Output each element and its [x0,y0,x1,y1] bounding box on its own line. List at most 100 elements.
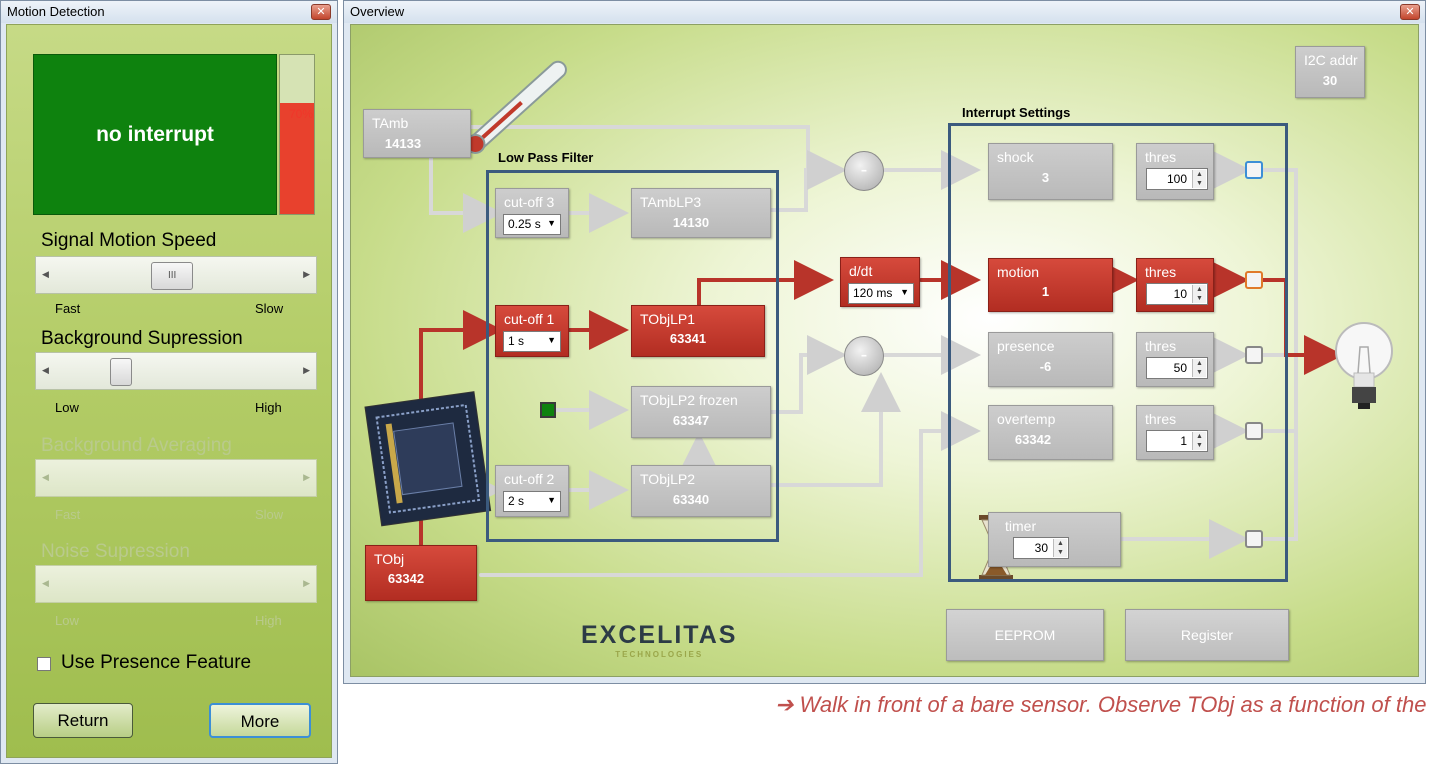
instruction-note: ➔ Walk in front of a bare sensor. Observ… [775,692,1429,717]
motion-thres-value: 10 [1173,287,1187,301]
tobjlp2-frozen-box[interactable]: TObjLP2 frozen 63347 [631,386,771,438]
overtemp-thres-value: 1 [1180,434,1187,448]
motion-value: 1 [1041,284,1050,299]
tobj-value: 63342 [387,571,425,586]
tobjlp1-label: TObjLP1 [640,311,695,327]
register-button[interactable]: Register [1125,609,1289,661]
shock-box[interactable]: shock 3 [988,143,1113,200]
supression-min-label: Low [55,400,79,415]
timer-spinner[interactable]: 30 ▲ ▼ [1013,537,1069,559]
minus-operator-icon: - [844,151,884,191]
tobjlp1-box[interactable]: TObjLP1 63341 [631,305,765,357]
tamblp3-box[interactable]: TAmbLP3 14130 [631,188,771,238]
cutoff-1-select[interactable]: 1 s ▼ [503,331,561,352]
slider-thumb[interactable] [110,358,133,386]
presence-thres-value: 50 [1173,361,1187,375]
tobj-box[interactable]: TObj 63342 [365,545,477,601]
background-supression-slider[interactable]: ◀ ▶ [35,352,317,390]
motion-thres-box: thres 10 ▲ ▼ [1136,258,1214,312]
signal-motion-speed-slider[interactable]: ◀ III ▶ [35,256,317,294]
close-icon[interactable]: ✕ [311,4,331,20]
thres-label: thres [1145,149,1177,165]
slider-right-arrow-icon[interactable]: ▶ [303,269,310,280]
use-presence-checkbox[interactable] [37,657,51,671]
ddt-label: d/dt [849,263,873,279]
overtemp-box[interactable]: overtemp 63342 [988,405,1113,460]
motion-thres-spinner[interactable]: 10 ▲ ▼ [1146,283,1208,305]
i2c-label: I2C addr [1304,52,1358,68]
spinner-arrows-icon[interactable]: ▲ ▼ [1192,432,1206,450]
overview-titlebar: Overview ✕ [344,1,1425,23]
cutoff-3-box: cut-off 3 0.25 s ▼ [495,188,569,238]
tamb-label: TAmb [372,115,409,131]
signal-level-bar: 70% [279,54,315,215]
return-button[interactable]: Return [33,703,133,738]
cutoff-1-label: cut-off 1 [504,311,555,327]
motion-label: motion [997,264,1040,280]
slider-thumb[interactable]: III [151,262,194,290]
close-icon[interactable]: ✕ [1400,4,1420,20]
ddt-select[interactable]: 120 ms ▼ [848,283,914,304]
freeze-toggle-button[interactable] [540,402,556,418]
motion-detection-panel: no interrupt 70% Signal Motion Speed ◀ I… [6,24,332,758]
logo-main-text: EXCELITAS [581,621,738,649]
presence-box[interactable]: presence -6 [988,332,1113,387]
timer-value: 30 [1034,541,1048,555]
tamb-value: 14133 [384,136,422,151]
thres-label: thres [1145,264,1177,280]
timer-indicator [1245,530,1263,548]
thermometer-icon [465,60,567,154]
spinner-arrows-icon[interactable]: ▲ ▼ [1053,539,1067,557]
logo-sub-text: TECHNOLOGIES [615,650,704,659]
tobjlp2-frozen-value: 63347 [672,413,710,428]
cutoff-3-select[interactable]: 0.25 s ▼ [503,214,561,235]
cutoff-1-box: cut-off 1 1 s ▼ [495,305,569,357]
spinner-arrows-icon[interactable]: ▲ ▼ [1192,359,1206,377]
cutoff-2-select[interactable]: 2 s ▼ [503,491,561,512]
tobjlp1-value: 63341 [669,331,707,346]
i2c-address-box[interactable]: I2C addr 30 [1295,46,1365,98]
speed-min-label: Fast [55,301,81,316]
speed-max-label: Slow [255,301,284,316]
excelitas-logo: EXCELITAS TECHNOLOGIES [581,621,737,659]
cutoff-2-value: 2 s [508,494,525,508]
shock-value: 3 [1041,170,1050,185]
chevron-down-icon: ▼ [900,287,909,297]
slider-left-arrow-icon: ◀ [42,578,49,588]
chevron-down-icon: ▼ [547,335,556,345]
shock-indicator [1245,161,1263,179]
averaging-max-label: Slow [255,507,284,522]
background-supression-label: Background Supression [41,328,243,349]
overtemp-thres-spinner[interactable]: 1 ▲ ▼ [1146,430,1208,452]
slider-right-arrow-icon: ▶ [303,578,310,588]
shock-thres-box: thres 100 ▲ ▼ [1136,143,1214,200]
interrupt-status-display: no interrupt [33,54,277,215]
tobjlp2-box[interactable]: TObjLP2 63340 [631,465,771,517]
overtemp-value: 63342 [1014,432,1052,447]
spinner-arrows-icon[interactable]: ▲ ▼ [1192,170,1206,188]
slider-right-arrow-icon[interactable]: ▶ [303,365,310,376]
thres-label: thres [1145,411,1177,427]
background-averaging-label: Background Averaging [41,435,232,456]
slider-left-arrow-icon[interactable]: ◀ [42,269,49,280]
noise-max-label: High [255,613,282,628]
cutoff-3-label: cut-off 3 [504,194,555,210]
shock-thres-value: 100 [1166,172,1187,186]
cutoff-2-box: cut-off 2 2 s ▼ [495,465,569,517]
overtemp-thres-box: thres 1 ▲ ▼ [1136,405,1214,460]
slider-left-arrow-icon: ◀ [42,472,49,482]
i2c-value: 30 [1322,73,1338,88]
motion-box[interactable]: motion 1 [988,258,1113,312]
spinner-arrows-icon[interactable]: ▲ ▼ [1192,285,1206,303]
minus-operator-icon: - [844,336,884,376]
shock-thres-spinner[interactable]: 100 ▲ ▼ [1146,168,1208,190]
slider-left-arrow-icon[interactable]: ◀ [42,365,49,376]
overview-window: Overview ✕ I2C addr 30 Low Pass Filter I… [343,0,1426,684]
presence-thres-spinner[interactable]: 50 ▲ ▼ [1146,357,1208,379]
tamb-box[interactable]: TAmb 14133 [363,109,471,158]
presence-value: -6 [1039,359,1052,374]
more-button[interactable]: More [209,703,311,738]
eeprom-button[interactable]: EEPROM [946,609,1104,661]
cutoff-3-value: 0.25 s [508,217,541,231]
low-pass-filter-title: Low Pass Filter [498,150,594,165]
